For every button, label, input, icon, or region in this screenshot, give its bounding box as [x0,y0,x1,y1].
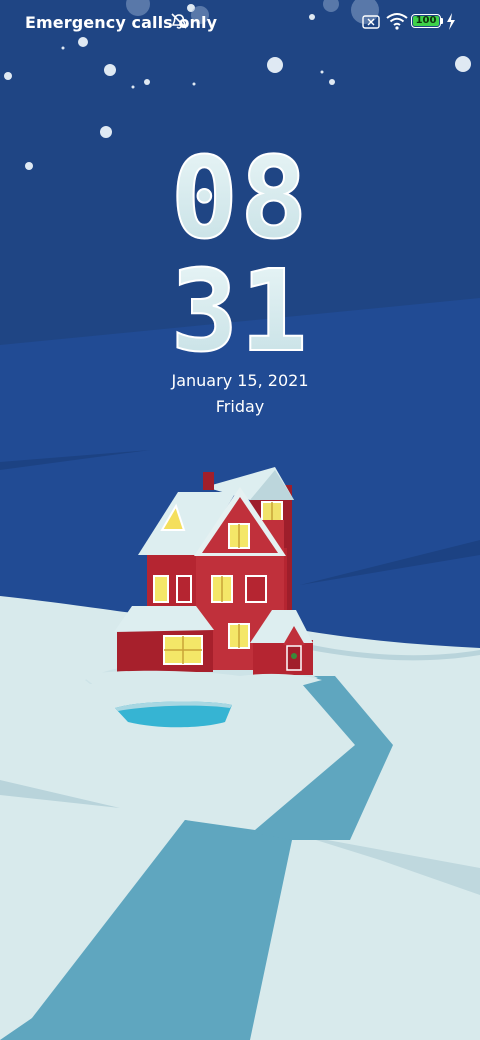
wifi-icon [386,13,408,30]
lock-weekday: Friday [215,397,265,416]
lock-clock: 08 31 [170,135,310,355]
clock-hours: 08 [171,135,310,264]
battery-level-text: 100 [415,15,437,26]
alarm-off-icon [171,13,187,29]
status-bar: Emergency calls only 100 [0,0,480,44]
clock-minutes: 31 [171,247,310,355]
battery-icon: 100 [411,14,441,28]
carrier-status-text: Emergency calls only [25,13,218,32]
sim-card-icon [362,15,380,29]
charging-icon [447,13,455,30]
battery-tip [441,18,443,24]
lock-date: January 15, 2021 [171,371,309,390]
